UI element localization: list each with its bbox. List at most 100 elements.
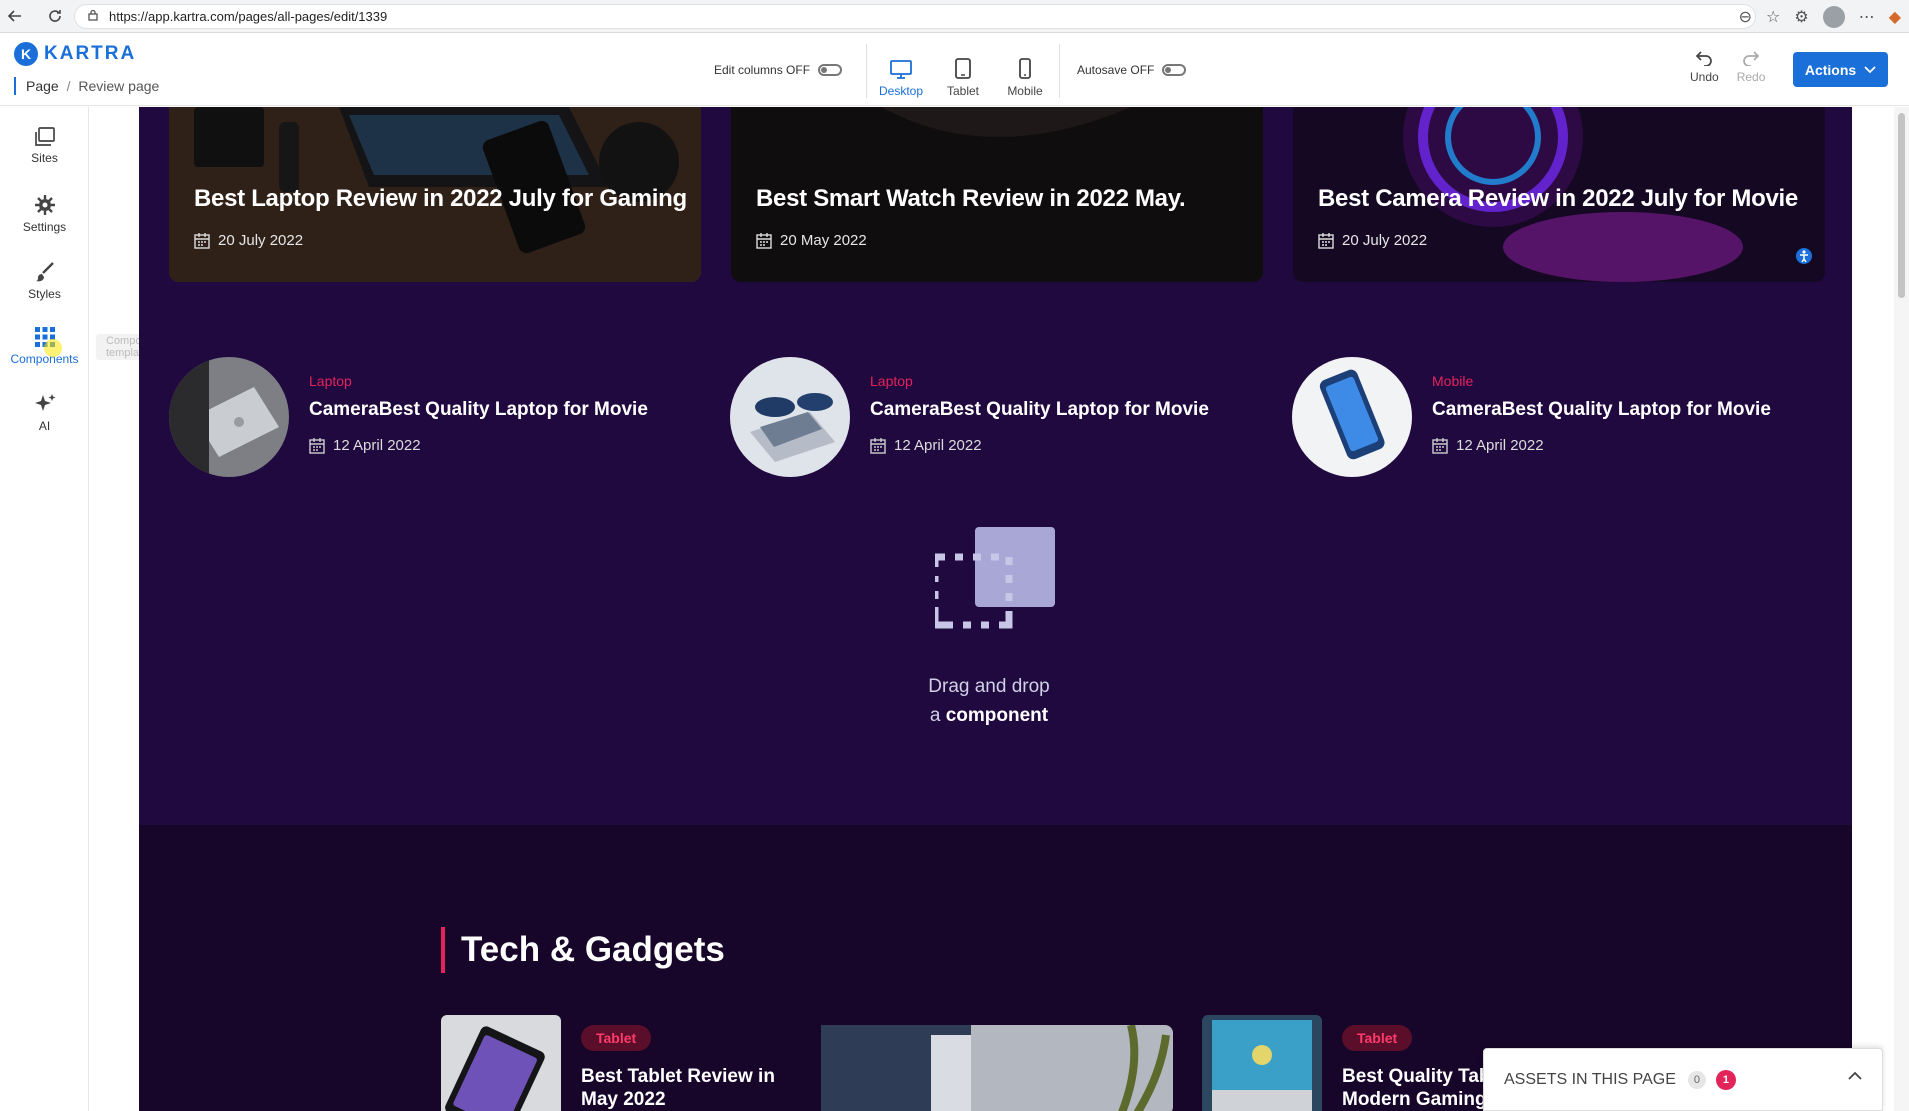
calendar-icon bbox=[309, 437, 325, 454]
assets-alert-badge: 1 bbox=[1715, 1069, 1736, 1090]
featured-card[interactable]: Best Camera Review in 2022 July for Movi… bbox=[1293, 107, 1825, 282]
post-title[interactable]: CameraBest Quality Laptop for Movie bbox=[1432, 399, 1771, 421]
back-icon[interactable] bbox=[0, 1, 30, 31]
post-category[interactable]: Laptop bbox=[309, 373, 352, 389]
device-desktop[interactable]: Desktop bbox=[877, 44, 925, 98]
edit-columns-toggle-group: Edit columns OFF bbox=[714, 63, 843, 77]
post-category[interactable]: Laptop bbox=[870, 373, 913, 389]
featured-date: 20 July 2022 bbox=[1318, 232, 1427, 249]
actions-label: Actions bbox=[1804, 61, 1857, 78]
tablet-icon bbox=[955, 58, 971, 79]
sidebar-item-label: AI bbox=[38, 419, 51, 433]
breadcrumb-root[interactable]: Page bbox=[26, 78, 59, 94]
post-title[interactable]: CameraBest Quality Laptop for Movie bbox=[309, 399, 648, 421]
featured-title[interactable]: Best Smart Watch Review in 2022 May. bbox=[756, 185, 1186, 213]
post-date-text: 12 April 2022 bbox=[894, 437, 982, 454]
featured-date: 20 May 2022 bbox=[756, 232, 867, 249]
post-card[interactable]: Laptop CameraBest Quality Laptop for Mov… bbox=[169, 357, 689, 477]
cursor-highlight bbox=[44, 339, 62, 357]
post-card[interactable]: Mobile CameraBest Quality Laptop for Mov… bbox=[1292, 357, 1812, 477]
tech-card-title-line1: Best Tablet Review in bbox=[581, 1066, 775, 1087]
section-heading[interactable]: Tech & Gadgets bbox=[441, 927, 725, 973]
post-thumb-phone bbox=[1292, 357, 1412, 477]
post-date: 12 April 2022 bbox=[870, 437, 982, 454]
tech-category-pill[interactable]: Tablet bbox=[581, 1025, 652, 1051]
page-canvas[interactable]: Best Laptop Review in 2022 July for Gami… bbox=[139, 107, 1852, 1111]
featured-title[interactable]: Best Camera Review in 2022 July for Movi… bbox=[1318, 185, 1798, 213]
drop-zone-line1: Drag and drop bbox=[928, 676, 1050, 697]
drop-zone-line2: a component bbox=[889, 701, 1089, 730]
reload-icon[interactable] bbox=[40, 1, 70, 31]
post-date: 12 April 2022 bbox=[309, 437, 421, 454]
undo-button[interactable]: Undo bbox=[1690, 50, 1719, 84]
tech-card-title[interactable]: Best Tablet Review in May 2022 bbox=[581, 1065, 781, 1111]
autosave-toggle[interactable] bbox=[1162, 64, 1187, 76]
redo-icon bbox=[1743, 51, 1760, 66]
assets-count-badge: 0 bbox=[1687, 1070, 1706, 1089]
featured-card[interactable]: Best Smart Watch Review in 2022 May. 20 … bbox=[731, 107, 1263, 282]
sidebar-item-label: Settings bbox=[22, 220, 67, 234]
post-card[interactable]: Laptop CameraBest Quality Laptop for Mov… bbox=[730, 357, 1250, 477]
tech-thumb-tablet bbox=[441, 1015, 561, 1111]
device-switcher: Desktop Tablet Mobile bbox=[866, 44, 1060, 98]
address-bar[interactable]: https://app.kartra.com/pages/all-pages/e… bbox=[74, 4, 1756, 29]
sites-icon bbox=[34, 127, 55, 146]
url-text: https://app.kartra.com/pages/all-pages/e… bbox=[109, 9, 388, 24]
calendar-icon bbox=[1432, 437, 1448, 454]
featured-date-text: 20 May 2022 bbox=[780, 232, 867, 249]
gear-icon bbox=[34, 195, 55, 215]
tech-image-desk bbox=[821, 1025, 1173, 1111]
browser-toolbar: https://app.kartra.com/pages/all-pages/e… bbox=[0, 0, 1909, 33]
more-menu-icon[interactable]: ⋯ bbox=[1859, 7, 1875, 27]
calendar-icon bbox=[1318, 232, 1334, 249]
history-controls: Undo Redo bbox=[1690, 50, 1765, 84]
device-mobile[interactable]: Mobile bbox=[1001, 44, 1049, 98]
sidebar-item-sites[interactable]: Sites bbox=[0, 127, 89, 165]
autosave-label: Autosave OFF bbox=[1077, 63, 1155, 77]
post-title[interactable]: CameraBest Quality Laptop for Movie bbox=[870, 399, 1209, 421]
kartra-logo[interactable]: K KARTRA bbox=[14, 42, 136, 66]
page-scrollbar[interactable] bbox=[1894, 107, 1909, 1111]
post-thumb-laptop bbox=[169, 357, 289, 477]
assets-panel[interactable]: ASSETS IN THIS PAGE 0 1 bbox=[1483, 1048, 1883, 1111]
undo-label: Undo bbox=[1690, 70, 1719, 84]
post-date: 12 April 2022 bbox=[1432, 437, 1544, 454]
device-tablet-label: Tablet bbox=[946, 84, 980, 98]
redo-button[interactable]: Redo bbox=[1736, 50, 1766, 84]
redo-label: Redo bbox=[1736, 70, 1766, 84]
mobile-icon bbox=[1019, 58, 1031, 79]
copilot-icon[interactable]: ◆ bbox=[1889, 7, 1901, 27]
tech-category-pill[interactable]: Tablet bbox=[1342, 1025, 1413, 1051]
favorite-star-icon[interactable]: ☆ bbox=[1766, 7, 1780, 27]
drop-zone[interactable]: Drag and drop a component bbox=[889, 527, 1089, 727]
extensions-icon[interactable]: ⚙ bbox=[1794, 7, 1808, 27]
chevron-up-icon[interactable] bbox=[1848, 1071, 1862, 1081]
featured-date-text: 20 July 2022 bbox=[1342, 232, 1428, 249]
drop-zone-bold: component bbox=[945, 705, 1049, 726]
post-date-text: 12 April 2022 bbox=[333, 437, 421, 454]
post-thumb-hands-laptop bbox=[730, 357, 850, 477]
profile-avatar[interactable] bbox=[1822, 5, 1845, 28]
accessibility-icon[interactable] bbox=[1795, 247, 1813, 265]
device-tablet[interactable]: Tablet bbox=[939, 44, 987, 98]
sidebar-item-label: Styles bbox=[28, 287, 61, 301]
sidebar-item-ai[interactable]: AI bbox=[0, 393, 89, 433]
calendar-icon bbox=[756, 232, 772, 249]
sidebar-item-settings[interactable]: Settings bbox=[0, 194, 89, 234]
edit-columns-toggle[interactable] bbox=[818, 64, 843, 76]
undo-icon bbox=[1696, 51, 1713, 66]
featured-date: 20 July 2022 bbox=[194, 232, 303, 249]
scrollbar-thumb[interactable] bbox=[1898, 113, 1905, 298]
logo-mark: K bbox=[14, 42, 38, 66]
featured-title[interactable]: Best Laptop Review in 2022 July for Gami… bbox=[194, 185, 687, 213]
sidebar-item-styles[interactable]: Styles bbox=[0, 261, 89, 301]
desktop-icon bbox=[890, 60, 912, 79]
featured-card[interactable]: Best Laptop Review in 2022 July for Gami… bbox=[169, 107, 701, 282]
editor-sidebar: Sites Settings Styles Components AI Comp… bbox=[0, 107, 173, 1111]
read-aloud-icon[interactable]: ⊖ bbox=[1739, 7, 1752, 27]
site-info-icon[interactable] bbox=[87, 9, 99, 24]
device-mobile-label: Mobile bbox=[1007, 84, 1043, 98]
actions-button[interactable]: Actions bbox=[1793, 52, 1888, 87]
post-category[interactable]: Mobile bbox=[1432, 373, 1473, 389]
sidebar-item-label: Sites bbox=[31, 151, 58, 165]
